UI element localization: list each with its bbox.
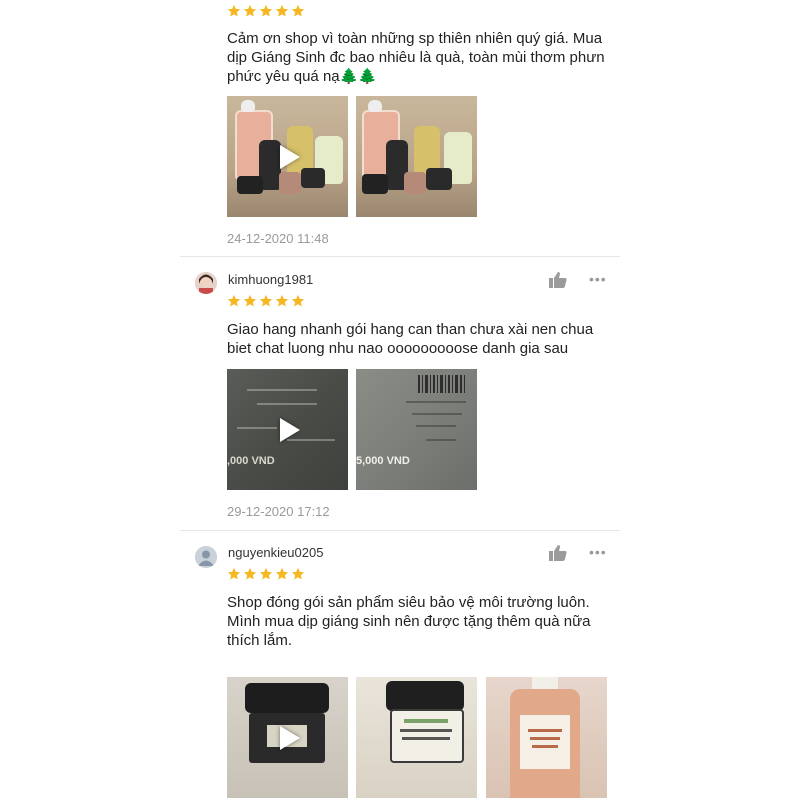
rating-stars	[227, 567, 305, 581]
more-options-icon[interactable]: •••	[589, 544, 607, 560]
star-icon	[227, 294, 241, 307]
avatar[interactable]	[195, 546, 217, 568]
divider	[180, 530, 620, 531]
star-icon	[227, 4, 241, 17]
review-comment: Cảm ơn shop vì toàn những sp thiên nhiên…	[227, 30, 605, 85]
star-icon	[259, 567, 273, 580]
divider	[180, 256, 620, 257]
thumbs-up-icon[interactable]	[549, 545, 567, 561]
play-icon	[279, 725, 300, 750]
play-icon	[279, 144, 300, 169]
star-icon	[291, 4, 305, 17]
default-user-icon	[195, 546, 217, 568]
review-photo[interactable]	[356, 677, 477, 798]
star-icon	[291, 294, 305, 307]
star-icon	[275, 567, 289, 580]
receipt-amount: ,000 VND	[227, 455, 275, 467]
star-icon	[259, 4, 273, 17]
review-date: 29-12-2020 17:12	[227, 504, 330, 519]
review-video[interactable]: ,000 VND	[227, 369, 348, 490]
star-icon	[259, 294, 273, 307]
barcode-icon	[418, 375, 465, 393]
user-photo-icon	[195, 272, 217, 294]
rating-stars	[227, 4, 305, 18]
play-icon	[279, 417, 300, 442]
star-icon	[243, 567, 257, 580]
star-icon	[275, 4, 289, 17]
thumbs-up-icon[interactable]	[549, 272, 567, 288]
rating-stars	[227, 294, 305, 308]
review-photo[interactable]	[486, 677, 607, 798]
avatar[interactable]	[195, 272, 217, 294]
more-options-icon[interactable]: •••	[589, 271, 607, 287]
review-comment: Shop đóng gói sản phẩm siêu bảo vệ môi t…	[227, 594, 591, 649]
receipt-amount: 5,000 VND	[356, 455, 410, 467]
star-icon	[291, 567, 305, 580]
username[interactable]: kimhuong1981	[228, 272, 313, 287]
review-video[interactable]	[227, 677, 348, 798]
star-icon	[243, 4, 257, 17]
review-photo[interactable]: 5,000 VND	[356, 369, 477, 490]
review-photo[interactable]	[356, 96, 477, 217]
review-comment: Giao hang nhanh gói hang can than chưa x…	[227, 321, 594, 357]
star-icon	[227, 567, 241, 580]
review-video[interactable]	[227, 96, 348, 217]
star-icon	[243, 294, 257, 307]
star-icon	[275, 294, 289, 307]
username[interactable]: nguyenkieu0205	[228, 545, 323, 560]
review-date: 24-12-2020 11:48	[227, 231, 329, 246]
